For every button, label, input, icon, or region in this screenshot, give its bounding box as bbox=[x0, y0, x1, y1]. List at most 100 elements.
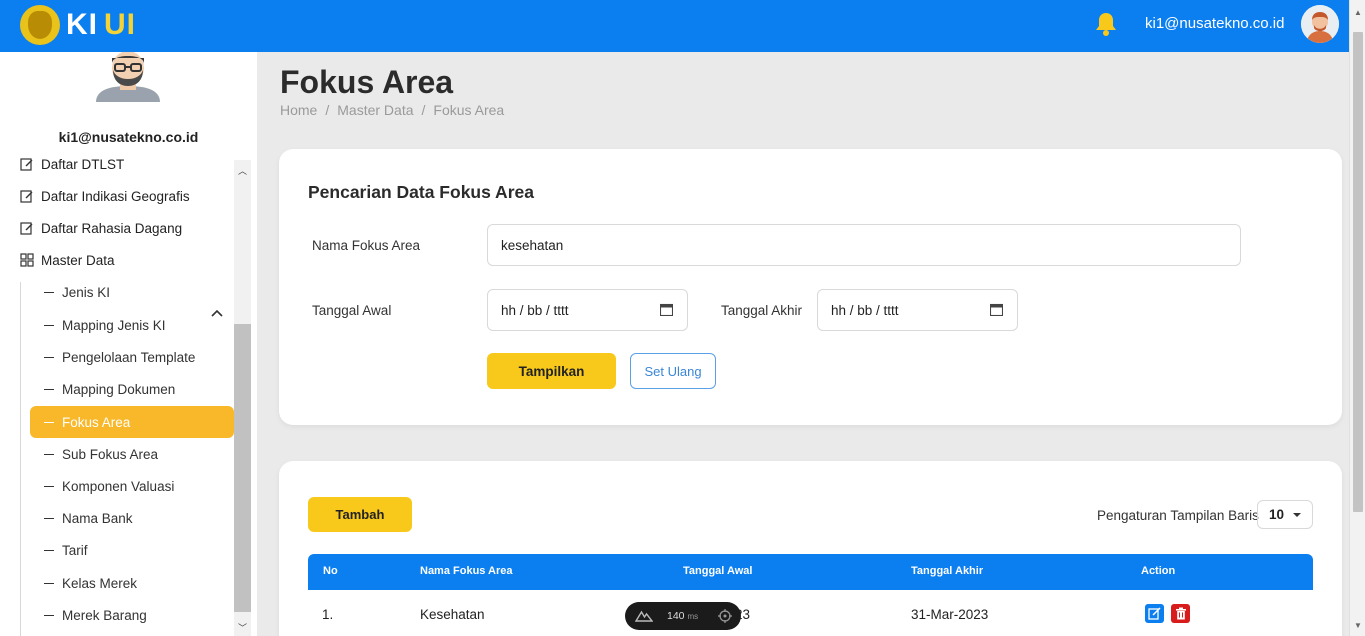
submenu-tree-line bbox=[20, 282, 21, 636]
sidebar-subitem-pengelolaan-template[interactable]: Pengelolaan Template bbox=[30, 341, 234, 373]
scroll-up-arrow-icon[interactable]: ▲ bbox=[1354, 8, 1362, 17]
delete-button[interactable] bbox=[1171, 604, 1190, 623]
sidebar-subitem-fokus-area[interactable]: Fokus Area bbox=[30, 406, 234, 438]
dash-icon bbox=[44, 582, 54, 584]
sidebar-scroll-thumb[interactable] bbox=[234, 324, 251, 612]
sidebar-subitem-label: Jenis KI bbox=[62, 284, 111, 300]
dash-icon bbox=[44, 324, 54, 326]
sidebar-item-daftar-indikasi-geografis[interactable]: Daftar Indikasi Geografis bbox=[20, 184, 190, 208]
dev-toolbar[interactable]: 140 ms bbox=[625, 602, 741, 630]
sidebar-subitem-mapping-jenis-ki[interactable]: Mapping Jenis KI bbox=[30, 309, 234, 341]
header-avatar[interactable] bbox=[1301, 5, 1339, 43]
dash-icon bbox=[44, 356, 54, 358]
app-logo[interactable]: KI UI bbox=[20, 2, 136, 48]
dash-icon bbox=[44, 614, 54, 616]
render-time-readout: 140 ms bbox=[667, 610, 698, 622]
edit-button[interactable] bbox=[1145, 604, 1164, 623]
column-header-no[interactable]: No bbox=[323, 565, 338, 577]
name-input[interactable]: kesehatan bbox=[487, 224, 1241, 266]
chevron-down-icon[interactable]: ﹀ bbox=[238, 621, 247, 634]
page-scrollbar[interactable]: ▲ ▼ bbox=[1349, 0, 1365, 636]
dash-icon bbox=[44, 517, 54, 519]
sidebar-subitem-label: Kelas Merek bbox=[62, 575, 138, 591]
breadcrumb-separator: / bbox=[421, 102, 426, 118]
dash-icon bbox=[44, 485, 54, 487]
add-button[interactable]: Tambah bbox=[308, 497, 412, 532]
rows-per-page-value: 10 bbox=[1269, 507, 1285, 522]
column-header-start-date[interactable]: Tanggal Awal bbox=[683, 565, 752, 577]
sidebar-subitem-label: Pengelolaan Template bbox=[62, 349, 196, 365]
sidebar-item-daftar-rahasia-dagang[interactable]: Daftar Rahasia Dagang bbox=[20, 216, 182, 240]
dash-icon bbox=[44, 388, 54, 390]
breadcrumb-home[interactable]: Home bbox=[280, 102, 317, 118]
sidebar-subitem-komponen-valuasi[interactable]: Komponen Valuasi bbox=[30, 470, 234, 502]
name-label: Nama Fokus Area bbox=[312, 238, 421, 253]
edit-icon bbox=[20, 222, 33, 235]
sidebar-subitem-label: Komponen Valuasi bbox=[62, 478, 175, 494]
page-scroll-thumb[interactable] bbox=[1353, 32, 1363, 512]
cell-no: 1. bbox=[322, 607, 334, 622]
sidebar-subitem-sub-fokus-area[interactable]: Sub Fokus Area bbox=[30, 438, 234, 470]
sidebar-subitem-label: Merek Barang bbox=[62, 607, 147, 623]
sidebar-subitem-label: Tarif bbox=[62, 542, 88, 558]
column-header-name[interactable]: Nama Fokus Area bbox=[420, 565, 513, 577]
edit-icon bbox=[20, 158, 33, 171]
caret-down-icon bbox=[1293, 513, 1301, 517]
dash-icon bbox=[44, 291, 54, 293]
sidebar-item-daftar-dtlst[interactable]: Daftar DTLST bbox=[20, 152, 124, 176]
dash-icon bbox=[44, 421, 54, 423]
calendar-icon[interactable] bbox=[990, 303, 1003, 316]
header-user-email[interactable]: ki1@nusatekno.co.id bbox=[1145, 15, 1284, 32]
column-header-action: Action bbox=[1141, 565, 1176, 577]
cell-end-date: 31-Mar-2023 bbox=[911, 607, 989, 622]
chevron-up-icon[interactable]: ︿ bbox=[238, 164, 247, 177]
end-date-input[interactable]: hh / bb / tttt bbox=[817, 289, 1018, 331]
sidebar-item-label: Daftar Indikasi Geografis bbox=[41, 188, 190, 204]
render-time-unit: ms bbox=[687, 612, 699, 621]
sidebar-subitem-nama-bank[interactable]: Nama Bank bbox=[30, 502, 234, 534]
nuxt-logo-icon bbox=[635, 610, 653, 622]
sidebar: ki1@nusatekno.co.id Daftar DTLST Daftar … bbox=[0, 52, 257, 636]
notification-bell-icon[interactable] bbox=[1094, 11, 1118, 37]
crosshair-icon[interactable] bbox=[718, 609, 732, 623]
breadcrumb-separator: / bbox=[325, 102, 330, 118]
rows-per-page-select[interactable]: 10 bbox=[1257, 500, 1313, 529]
breadcrumb-master-data[interactable]: Master Data bbox=[337, 102, 413, 118]
sidebar-subitem-kelas-merek[interactable]: Kelas Merek bbox=[30, 567, 234, 599]
table-header: No Nama Fokus Area Tanggal Awal Tanggal … bbox=[308, 554, 1313, 590]
table-card: Tambah Pengaturan Tampilan Baris 10 No N… bbox=[279, 461, 1342, 636]
scroll-down-arrow-icon[interactable]: ▼ bbox=[1354, 621, 1362, 630]
brand-text: KI UI bbox=[66, 8, 136, 41]
breadcrumb: Home / Master Data / Fokus Area bbox=[280, 102, 504, 118]
sidebar-item-label: Master Data bbox=[41, 252, 115, 268]
sidebar-item-label: Daftar Rahasia Dagang bbox=[41, 220, 183, 236]
sidebar-item-label: Daftar DTLST bbox=[41, 156, 125, 172]
sidebar-subitem-tarif[interactable]: Tarif bbox=[30, 534, 234, 566]
sidebar-subitem-label: Sub Fokus Area bbox=[62, 446, 159, 462]
search-card-title: Pencarian Data Fokus Area bbox=[308, 182, 534, 202]
calendar-icon[interactable] bbox=[660, 303, 673, 316]
sidebar-subitem-label: Fokus Area bbox=[62, 414, 131, 430]
start-date-input[interactable]: hh / bb / tttt bbox=[487, 289, 688, 331]
sidebar-subitem-jenis-ki[interactable]: Jenis KI bbox=[30, 276, 234, 308]
breadcrumb-current: Fokus Area bbox=[433, 102, 505, 118]
sidebar-subitem-label: Mapping Jenis KI bbox=[62, 317, 166, 333]
start-date-placeholder: hh / bb / tttt bbox=[501, 302, 569, 318]
page-title: Fokus Area bbox=[280, 64, 454, 100]
dash-icon bbox=[44, 549, 54, 551]
trash-icon bbox=[1175, 607, 1186, 620]
dash-icon bbox=[44, 453, 54, 455]
sidebar-user-email: ki1@nusatekno.co.id bbox=[58, 129, 199, 145]
edit-icon bbox=[20, 190, 33, 203]
sidebar-subitem-merek-barang[interactable]: Merek Barang bbox=[30, 599, 234, 631]
cell-name: Kesehatan bbox=[420, 607, 485, 622]
search-card: Pencarian Data Fokus Area Nama Fokus Are… bbox=[279, 149, 1342, 425]
sidebar-subitem-mapping-dokumen[interactable]: Mapping Dokumen bbox=[30, 373, 234, 405]
sidebar-item-master-data[interactable]: Master Data bbox=[20, 248, 115, 272]
column-header-end-date[interactable]: Tanggal Akhir bbox=[911, 565, 983, 577]
reset-button[interactable]: Set Ulang bbox=[630, 353, 716, 389]
show-button[interactable]: Tampilkan bbox=[487, 353, 616, 389]
sidebar-scrollbar[interactable]: ︿ ﹀ bbox=[234, 160, 251, 636]
top-navbar: KI UI ki1@nusatekno.co.id bbox=[0, 0, 1349, 52]
edit-icon bbox=[1148, 607, 1161, 620]
